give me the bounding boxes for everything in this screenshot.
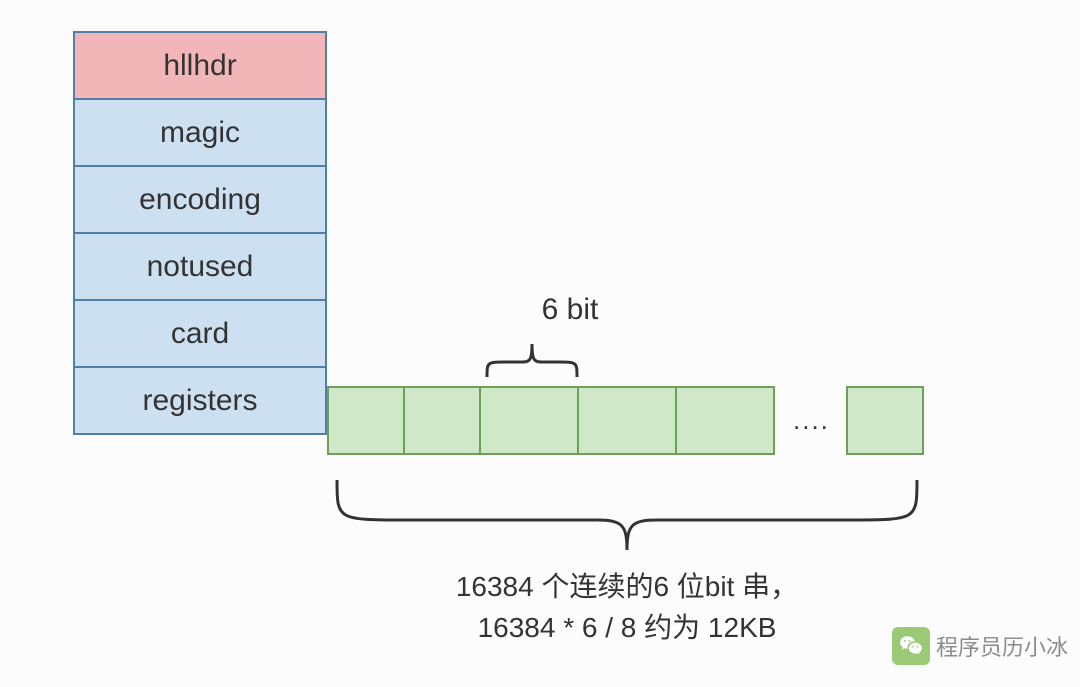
register-box bbox=[403, 386, 481, 455]
struct-field-cell: registers bbox=[73, 366, 327, 435]
bottom-description-line1: 16384 个连续的6 位bit 串， bbox=[327, 567, 927, 608]
register-box bbox=[327, 386, 405, 455]
struct-header-text: hllhdr bbox=[163, 49, 236, 83]
watermark: 程序员历小冰 bbox=[892, 627, 1068, 665]
struct-header-cell: hllhdr bbox=[73, 31, 327, 100]
struct-field-text: card bbox=[171, 317, 229, 351]
registers-array: .... bbox=[327, 386, 924, 455]
register-box-highlighted bbox=[479, 386, 579, 455]
register-box bbox=[577, 386, 677, 455]
bottom-description-line2: 16384 * 6 / 8 约为 12KB bbox=[327, 608, 927, 649]
struct-field-cell: magic bbox=[73, 98, 327, 167]
top-curly-brace bbox=[482, 332, 582, 382]
watermark-text: 程序员历小冰 bbox=[936, 630, 1068, 662]
wechat-icon bbox=[892, 627, 930, 665]
bottom-description: 16384 个连续的6 位bit 串， 16384 * 6 / 8 约为 12K… bbox=[327, 567, 927, 648]
struct-field-cell: notused bbox=[73, 232, 327, 301]
struct-field-text: notused bbox=[147, 250, 254, 284]
struct-field-text: registers bbox=[142, 384, 257, 418]
ellipsis-text: .... bbox=[775, 405, 848, 436]
struct-field-text: magic bbox=[160, 116, 240, 150]
struct-table: hllhdr magic encoding notused card regis… bbox=[73, 31, 327, 435]
register-box bbox=[675, 386, 775, 455]
struct-field-cell: card bbox=[73, 299, 327, 368]
register-box bbox=[846, 386, 924, 455]
struct-field-text: encoding bbox=[139, 183, 261, 217]
struct-field-cell: encoding bbox=[73, 165, 327, 234]
bit-label: 6 bit bbox=[520, 293, 620, 327]
bottom-curly-brace bbox=[327, 470, 927, 560]
